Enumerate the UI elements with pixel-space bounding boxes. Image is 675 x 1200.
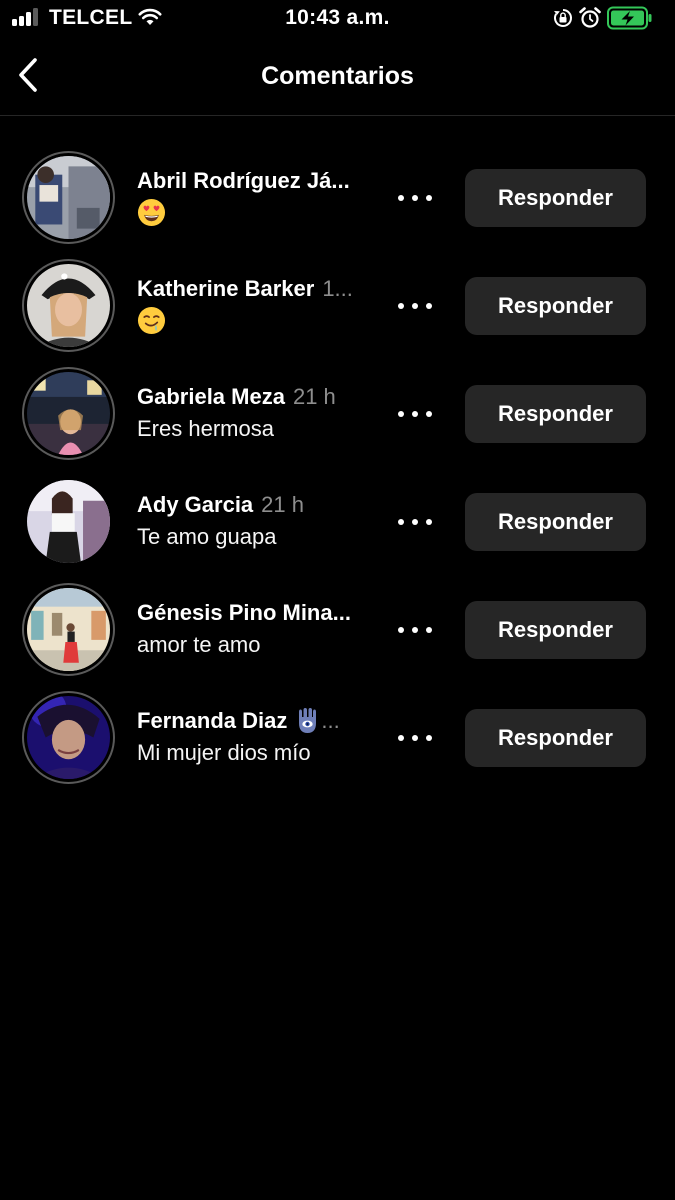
orientation-lock-icon xyxy=(554,9,572,27)
comment-body: Eres hermosa xyxy=(137,416,274,441)
header-bar: Comentarios xyxy=(0,38,675,116)
comment-row: Abril Rodríguez Já... Responder xyxy=(0,144,675,252)
page-title: Comentarios xyxy=(261,62,414,90)
reply-button[interactable]: Responder xyxy=(465,385,646,443)
more-options-button[interactable] xyxy=(398,404,432,424)
comment-timestamp: 21 h xyxy=(292,384,336,409)
status-bar: TELCEL 10:43 a.m. xyxy=(0,0,675,38)
truncation-ellipsis: ... xyxy=(321,708,340,733)
avatar[interactable] xyxy=(22,475,115,568)
reply-button[interactable]: Responder xyxy=(465,277,646,335)
comment-username[interactable]: Ady Garcia xyxy=(137,490,253,520)
reply-button[interactable]: Responder xyxy=(465,601,646,659)
reply-button[interactable]: Responder xyxy=(465,493,646,551)
avatar[interactable] xyxy=(22,151,115,244)
comment-row: Katherine Barker 1... Responder xyxy=(0,252,675,360)
comment-body: amor te amo xyxy=(137,632,261,657)
comment-username[interactable]: Abril Rodríguez Já... xyxy=(137,166,350,196)
more-options-button[interactable] xyxy=(398,188,432,208)
comment-row: Ady Garcia 21 h Te amo guapa Responder xyxy=(0,468,675,576)
battery-charging-icon xyxy=(607,6,652,30)
comment-timestamp: 1... xyxy=(322,276,353,301)
comment-row: Génesis Pino Mina... amor te amo Respond… xyxy=(0,576,675,684)
comment-username[interactable]: Génesis Pino Mina... xyxy=(137,598,351,628)
reply-button[interactable]: Responder xyxy=(465,169,646,227)
comment-row: Fernanda Diaz ... Mi mujer dios mío Resp… xyxy=(0,684,675,792)
comment-username[interactable]: Katherine Barker xyxy=(137,274,314,304)
alarm-icon xyxy=(579,7,601,28)
comment-timestamp: 21 h xyxy=(261,492,304,517)
comment-body: Te amo guapa xyxy=(137,524,277,549)
more-options-button[interactable] xyxy=(398,296,432,316)
comment-username[interactable]: Gabriela Meza xyxy=(137,382,285,412)
drooling-face-emoji xyxy=(137,306,166,335)
comment-row: Gabriela Meza 21 h Eres hermosa Responde… xyxy=(0,360,675,468)
comment-list: Abril Rodríguez Já... Responder Katherin… xyxy=(0,144,675,792)
avatar[interactable] xyxy=(22,691,115,784)
more-options-button[interactable] xyxy=(398,620,432,640)
comment-username[interactable]: Fernanda Diaz xyxy=(137,706,287,736)
hamsa-emoji xyxy=(299,708,317,733)
avatar[interactable] xyxy=(22,367,115,460)
more-options-button[interactable] xyxy=(398,512,432,532)
reply-button[interactable]: Responder xyxy=(465,709,646,767)
more-options-button[interactable] xyxy=(398,728,432,748)
avatar[interactable] xyxy=(22,583,115,676)
heart-eyes-emoji xyxy=(137,198,166,227)
avatar[interactable] xyxy=(22,259,115,352)
comment-body: Mi mujer dios mío xyxy=(137,740,311,765)
